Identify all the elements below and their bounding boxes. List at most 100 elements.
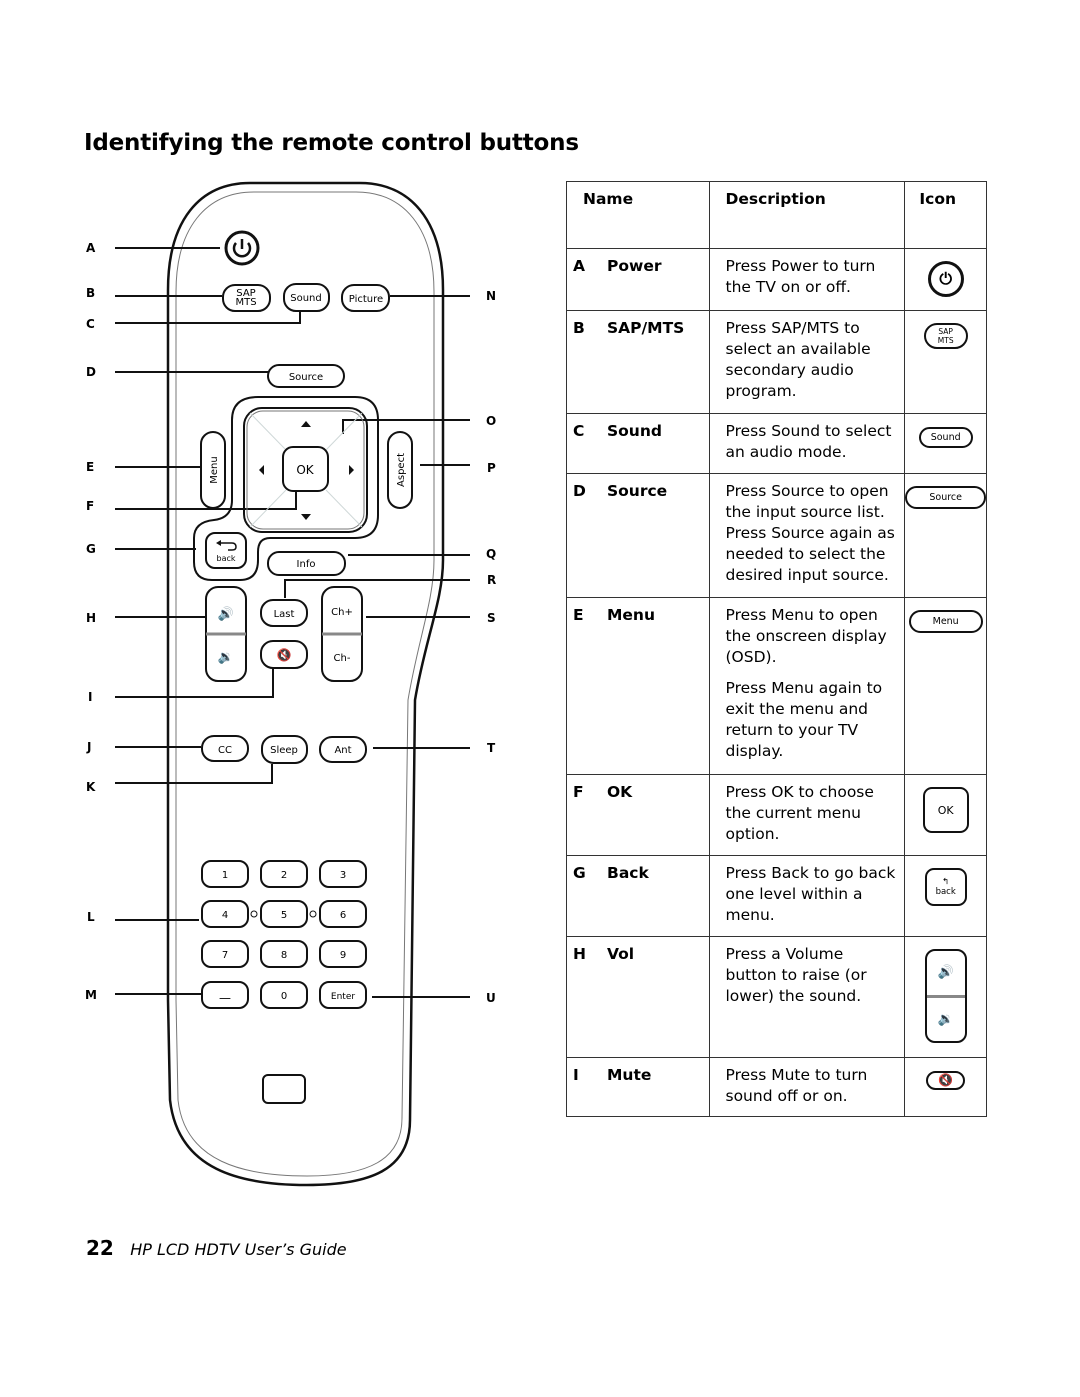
table-row: A Power Press Power to turn the TV on or … [566,248,987,311]
callout-O: O [486,414,496,428]
callout-P: P [487,461,496,475]
key-5[interactable]: 5 [260,900,308,928]
key-8[interactable]: 8 [260,940,308,968]
callout-R: R [487,573,496,587]
svg-text:6: 6 [340,910,346,921]
dpad-up-arrow[interactable] [301,421,311,427]
svg-text:0: 0 [281,991,287,1002]
callout-C: C [86,317,95,331]
remote-sound-button[interactable]: Sound [283,283,330,312]
callout-H: H [86,611,96,625]
row-name: SAP/MTS [607,319,685,337]
remote-sap-mts-button[interactable]: SAP MTS [222,284,271,312]
svg-text:Sleep: Sleep [270,745,298,756]
dpad-left-arrow[interactable] [259,465,264,475]
svg-text:Ch-[interactable]: Ch- [334,653,351,664]
callout-labels-right: N O P Q R S T U [486,289,496,1005]
button-reference-table: Name Description Icon A Power Press Power… [566,181,987,1117]
key-enter[interactable]: Enter [319,981,367,1009]
remote-picture-button[interactable]: Picture [341,284,390,312]
dpad-down-arrow[interactable] [301,514,311,520]
table-row: E Menu Press Menu to open the onscreen di… [566,597,987,775]
table-row: G Back Press Back to go back one level wi… [566,855,987,937]
key-2[interactable]: 2 [260,860,308,888]
svg-text:3: 3 [340,870,346,881]
row-name: Source [607,482,668,500]
svg-text:Sound: Sound [290,293,322,304]
header-name: Name [566,181,710,249]
remote-body-outline [166,181,445,1187]
callout-Q: Q [486,547,496,561]
svg-text:Ch+[interactable]: Ch+ [331,607,353,618]
remote-info-button[interactable]: Info [267,551,346,576]
remote-power-button[interactable] [224,230,260,266]
key-9[interactable]: 9 [319,940,367,968]
svg-text:8: 8 [281,950,287,961]
table-row: I Mute Press Mute to turn sound off or on… [566,1057,987,1117]
callout-S: S [487,611,496,625]
callout-J: J [86,740,91,754]
page-footer: 22 HP LCD HDTV User’s Guide [86,1236,347,1260]
key-dash[interactable]: — [201,981,249,1009]
back-arrow-icon: ↰ [942,877,950,887]
svg-text:—: — [219,991,231,1005]
header-icon: Icon [904,181,987,249]
key-0[interactable]: 0 [260,981,308,1009]
remote-volume-rocker[interactable]: 🔊 🔉 [205,586,247,682]
volume-up-icon[interactable]: 🔊 [218,605,234,622]
dpad-right-arrow[interactable] [349,465,354,475]
key-3[interactable]: 3 [319,860,367,888]
remote-channel-rocker[interactable]: Ch+ Ch- [321,586,363,682]
guide-title: HP LCD HDTV User’s Guide [130,1240,347,1259]
volume-down-icon: 🔉 [937,1011,954,1027]
callout-U: U [486,991,496,1005]
table-row: B SAP/MTS Press SAP/MTS to select an avai… [566,310,987,414]
row-name: Power [607,257,662,275]
svg-text:7: 7 [222,950,228,961]
svg-text:Picture: Picture [349,294,383,305]
callout-E: E [86,460,94,474]
remote-body-inner [175,191,435,1177]
svg-text:Aspect: Aspect [396,453,407,487]
key-7[interactable]: 7 [201,940,249,968]
remote-aspect-button[interactable]: Aspect [387,431,413,509]
remote-ant-button[interactable]: Ant [319,736,367,763]
key-4[interactable]: 4 [201,900,249,928]
svg-text:back: back [216,554,235,563]
callout-G: G [86,542,96,556]
table-row: F OK Press OK to choose the current menu … [566,774,987,856]
remote-mute-button[interactable]: 🔇 [260,640,308,669]
callout-L: L [87,910,95,924]
remote-cc-button[interactable]: CC [201,735,249,762]
remote-menu-button[interactable]: Menu [200,431,226,509]
remote-last-button[interactable]: Last [260,599,308,627]
svg-text:Menu: Menu [209,456,220,483]
remote-sleep-button[interactable]: Sleep [261,735,308,764]
sound-button-icon: Sound [918,427,973,448]
svg-text:4: 4 [222,910,228,921]
callout-D: D [86,365,96,379]
header-description: Description [708,181,906,249]
remote-ok-button[interactable]: OK [282,446,329,492]
ok-button-icon: OK [922,787,969,833]
remote-diagram: A B C D E F G H I J K L M N O P Q R S T … [85,181,496,1187]
table-header-row: Name Description Icon [566,181,987,249]
remote-source-button[interactable]: Source [267,364,345,388]
svg-text:CC: CC [218,745,232,756]
svg-text:1: 1 [222,870,228,881]
menu-button-icon: Menu [908,610,983,633]
key-6[interactable]: 6 [319,900,367,928]
keypad-dot [309,910,317,918]
table-row: D Source Press Source to open the input s… [566,473,987,598]
volume-down-icon[interactable]: 🔉 [218,650,234,665]
sap-mts-icon: SAP MTS [923,323,968,349]
svg-text:Info: Info [297,559,316,570]
callout-T: T [487,741,496,755]
key-1[interactable]: 1 [201,860,249,888]
volume-up-icon: 🔊 [937,965,954,981]
svg-text:Enter: Enter [331,992,355,1002]
power-icon: ⏻ [927,261,964,297]
remote-back-button[interactable]: back [205,532,247,569]
svg-text:2: 2 [281,870,287,881]
row-name: OK [607,783,633,801]
